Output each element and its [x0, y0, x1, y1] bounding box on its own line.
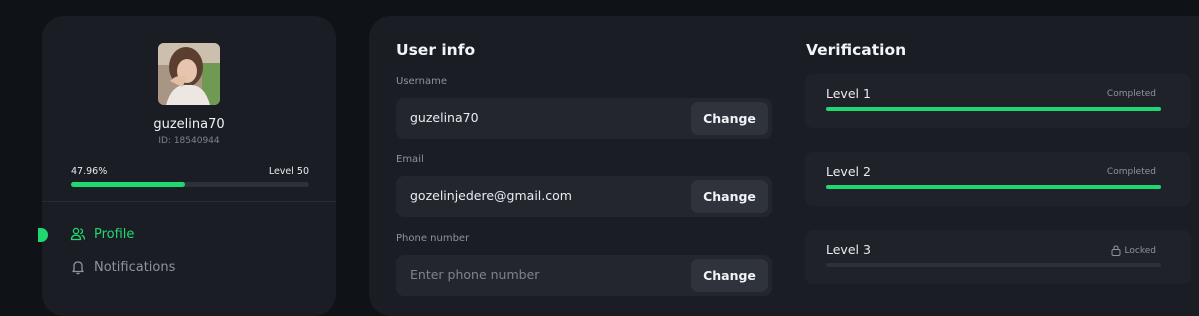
verification-level-3: Level 3 Locked: [805, 230, 1191, 284]
level-name: Level 1: [826, 86, 871, 101]
verification-level-2: Level 2 Completed: [805, 152, 1191, 206]
email-label: Email: [396, 154, 424, 165]
current-level-label: Level 50: [268, 166, 309, 177]
change-email-button[interactable]: Change: [691, 180, 768, 213]
level-progress-fill: [826, 185, 1161, 189]
email-field[interactable]: gozelinjedere@gmail.com Change: [396, 176, 772, 217]
profile-user-id: ID: 18540944: [158, 136, 220, 146]
level-progress-percent: 47.96%: [71, 166, 108, 177]
phone-field[interactable]: Enter phone number Change: [396, 255, 772, 296]
profile-sidebar: guzelina70 ID: 18540944 47.96% Level 50 …: [38, 16, 336, 316]
username-field[interactable]: guzelina70 Change: [396, 98, 772, 139]
sidebar-item-notifications[interactable]: Notifications: [70, 257, 175, 277]
avatar[interactable]: [158, 43, 220, 105]
level-progress-bar: [71, 182, 309, 187]
lock-icon: [1111, 245, 1121, 256]
level-status-text: Locked: [1124, 245, 1156, 256]
sidebar-item-profile[interactable]: Profile: [70, 224, 134, 244]
user-group-icon: [70, 227, 86, 241]
sidebar-item-label: Notifications: [94, 259, 176, 275]
level-status: Locked: [1111, 245, 1156, 256]
level-status: Completed: [1107, 167, 1156, 177]
account-settings-panel: User info Username guzelina70 Change Ema…: [369, 16, 1199, 316]
username-label: Username: [396, 76, 447, 87]
change-username-button[interactable]: Change: [691, 102, 768, 135]
verification-level-1: Level 1 Completed: [805, 74, 1191, 128]
level-status-text: Completed: [1106, 89, 1156, 99]
username-value: guzelina70: [410, 110, 479, 125]
user-info-title: User info: [396, 41, 476, 59]
change-phone-button[interactable]: Change: [691, 259, 768, 292]
level-progress-fill: [71, 182, 186, 187]
avatar-photo: [158, 43, 220, 105]
level-name: Level 3: [826, 242, 871, 257]
verification-title: Verification: [806, 41, 907, 59]
level-progress-bar: [826, 185, 1161, 189]
level-status: Completed: [1107, 89, 1156, 99]
email-value: gozelinjedere@gmail.com: [410, 188, 572, 203]
level-progress-bar: [826, 107, 1161, 111]
phone-placeholder: Enter phone number: [410, 267, 540, 282]
sidebar-divider: [42, 201, 336, 202]
level-status-text: Completed: [1106, 167, 1156, 177]
level-name: Level 2: [826, 164, 871, 179]
phone-label: Phone number: [396, 233, 470, 244]
active-nav-indicator: [38, 228, 48, 242]
sidebar-item-label: Profile: [94, 226, 135, 242]
level-progress-fill: [826, 107, 1161, 111]
level-progress-bar: [826, 263, 1161, 267]
bell-icon: [72, 261, 84, 275]
profile-username: guzelina70: [153, 117, 225, 132]
